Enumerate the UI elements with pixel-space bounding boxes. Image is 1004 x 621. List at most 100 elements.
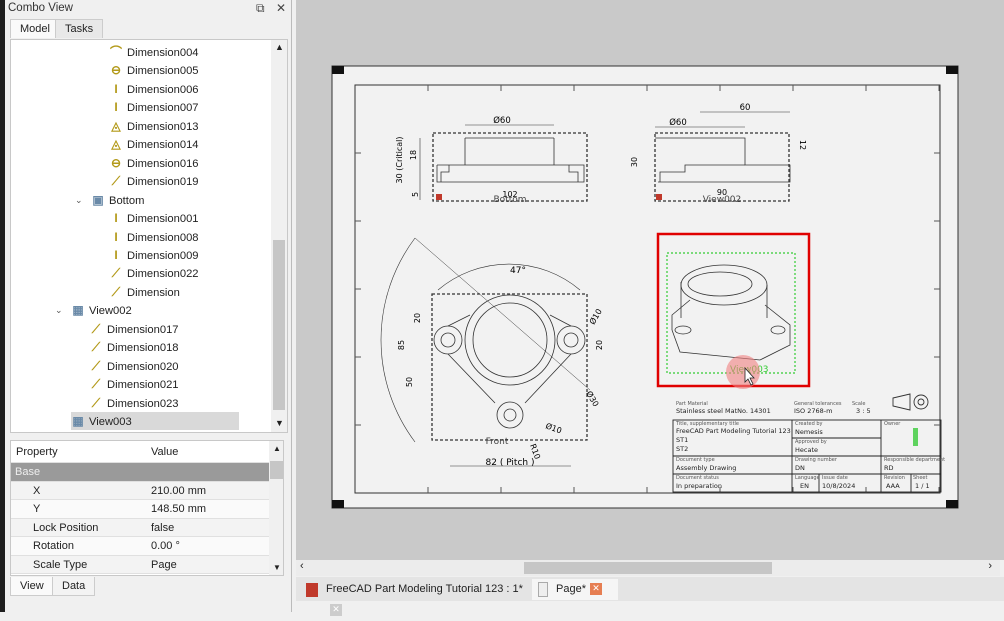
svg-text:Responsible department: Responsible department [884,457,945,463]
doc-tab-page[interactable]: Page* ✕ [532,579,618,600]
svg-text:Sheet: Sheet [913,475,927,481]
scroll-up-icon[interactable]: ▲ [275,42,284,52]
svg-text:EN: EN [800,482,809,490]
tree-item[interactable]: ⊖ Dimension005 [109,61,199,79]
tree-item[interactable]: ⟋ Dimension021 [89,375,179,393]
tree-item[interactable]: ⌒ Dimension004 [109,43,199,61]
tree-item-label: Dimension009 [127,249,199,262]
property-group-base[interactable]: Base [11,463,269,482]
tree-item-label: Dimension019 [127,176,199,189]
svg-text:Owner: Owner [884,421,901,427]
tree-item[interactable]: ⟋ Dimension019 [109,172,199,190]
tree-item[interactable]: ⊖ Dimension016 [109,154,199,172]
chevron-down-icon[interactable]: ⌄ [55,301,63,319]
chevron-down-icon[interactable]: ⌄ [75,191,83,209]
close-icon[interactable]: ✕ [276,1,286,15]
tree-item[interactable]: I Dimension008 [109,228,198,246]
tree-item[interactable]: ⟋ Dimension018 [89,338,179,356]
svg-text:RD: RD [884,464,894,472]
scroll-left-icon[interactable]: ‹ [300,560,304,572]
property-name: Scale Type [33,558,88,571]
tree-item-label: Dimension005 [127,65,199,78]
group-label: Base [15,466,41,478]
tree-item[interactable]: ⟋ Dimension [109,283,180,301]
property-value[interactable]: Page [151,556,177,575]
freecad-doc-icon [306,583,318,597]
click-indicator [726,355,760,389]
tree-item-label: Dimension004 [127,47,199,59]
dim-front-20b: 20 [595,340,604,350]
scale: 3 : 5 [856,407,871,415]
svg-text:Revision: Revision [884,475,905,481]
tree-item-label: View003 [89,416,132,428]
tab-tasks[interactable]: Tasks [55,19,104,38]
doc-tab-label: Page* [556,583,586,595]
tree-item[interactable]: ⟋ Dimension022 [109,264,199,282]
tab-model[interactable]: Model [10,19,60,38]
close-tab-icon[interactable]: ✕ [589,583,602,596]
svg-text:Language: Language [795,475,820,481]
tree-item[interactable]: ⟋ Dimension020 [89,357,179,375]
svg-text:Issue date: Issue date [822,475,848,481]
tree-item[interactable]: I Dimension001 [109,209,198,227]
svg-text:Approved by: Approved by [795,439,827,445]
length-dimension-icon: ⟋ [111,284,121,299]
tab-data[interactable]: Data [52,577,96,596]
tree-item-label: Dimension022 [127,268,199,281]
property-row[interactable]: Y 148.50 mm [11,500,269,519]
tree-item[interactable]: ⟋ Dimension023 [89,394,179,412]
property-row[interactable]: Scale Type Page [11,555,269,575]
drawing-viewer[interactable]: Ø60 18 30 (Critical) 5 102 Bottom 60 Ø60… [296,0,1004,560]
tree-item[interactable]: ◬ Dimension013 [109,117,198,135]
length-dimension-icon: ⟋ [91,340,101,355]
tree-item[interactable]: I Dimension006 [109,80,198,98]
property-row[interactable]: Lock Position false [11,518,269,538]
dim-front-pitch: 82 ( Pitch ) [486,458,535,468]
dim-bottom-30: 30 (Critical) [395,137,404,184]
page-icon [538,582,548,597]
tree-item[interactable]: ⟋ Dimension017 [89,320,179,338]
tree-scroll-thumb[interactable] [273,240,285,410]
projection-view-icon: ▣ [92,192,104,207]
document-tabs: FreeCAD Part Modeling Tutorial 123 : 1* ✕… [296,577,1004,617]
close-tab-icon[interactable]: ✕ [330,604,342,617]
horizontal-scrollbar[interactable]: ‹ › [296,560,1000,576]
tab-view[interactable]: View [10,577,54,596]
part-view-icon: ▦ [72,303,84,318]
header-property: Property [16,446,58,458]
length-dimension-icon: ⟋ [91,395,101,410]
view-label-front: Front [486,437,509,447]
svg-text:In preparation: In preparation [676,482,722,490]
tree-item[interactable]: I Dimension009 [109,246,199,264]
tree-item[interactable]: ▦ View003 [71,412,239,430]
tree-group-item[interactable]: ⌄ ▦ View002 [55,301,132,319]
property-row[interactable]: Rotation 0.00 ° [11,537,269,556]
property-value[interactable]: 148.50 mm [151,500,206,519]
property-value[interactable]: 210.00 mm [151,482,206,501]
tree-item-label: View002 [89,305,132,318]
drawing-page-canvas[interactable]: Ø60 18 30 (Critical) 5 102 Bottom 60 Ø60… [296,0,1004,560]
tree-scrollbar[interactable]: ▲ ▼ [271,40,287,432]
tree-item[interactable]: I Dimension007 [109,98,198,116]
tree-group-item[interactable]: ⌄ ▣ Bottom [75,191,144,209]
doc-tab-model[interactable]: FreeCAD Part Modeling Tutorial 123 : 1* ✕ [302,579,528,617]
length-dimension-icon: ⟋ [91,358,101,373]
property-row[interactable]: X 210.00 mm [11,481,269,501]
angle-dimension-icon: ⌒ [109,45,122,59]
tree-item[interactable]: ◬ Dimension014 [109,135,198,153]
svg-text:DN: DN [795,464,805,472]
dim-view002-12: 12 [798,140,807,150]
property-value[interactable]: 0.00 ° [151,537,180,556]
view-label-view002: View002 [703,195,742,205]
scroll-right-icon[interactable]: › [988,560,992,572]
horizontal-scroll-thumb[interactable] [524,562,772,574]
property-value[interactable]: false [151,519,174,538]
property-editor: Property Value Base X 210.00 mm Y 148.50 mm… [10,440,284,576]
radius-dimension-icon: ◬ [111,137,121,152]
property-scrollbar[interactable]: ▲ ▼ [269,441,283,575]
scroll-down-icon[interactable]: ▼ [275,418,284,428]
combo-view-title: Combo View [8,2,73,14]
dim-view002-30: 30 [630,157,639,167]
part-view-icon: ▦ [72,414,84,428]
float-icon[interactable]: ⧉ [256,1,265,16]
